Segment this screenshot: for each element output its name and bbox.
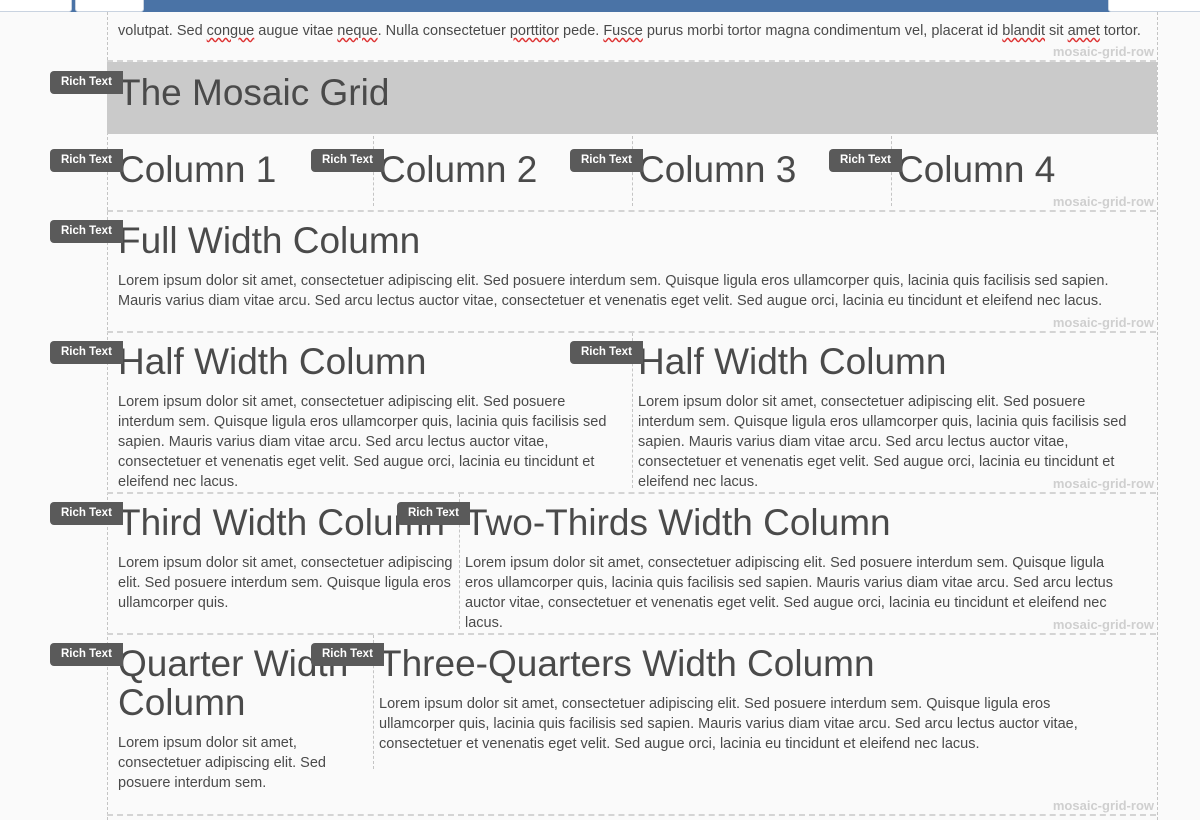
grid-column[interactable]: Three-Quarters Width Column Lorem ipsum … bbox=[373, 635, 1154, 769]
column-heading: Column 4 bbox=[897, 149, 1056, 190]
row-label: mosaic-grid-row bbox=[1052, 194, 1154, 209]
misspelled-word: neque bbox=[337, 23, 378, 39]
mosaic-grid-row: Full Width Column Lorem ipsum dolor sit … bbox=[107, 212, 1156, 333]
rich-text-badge[interactable]: Rich Text bbox=[50, 502, 123, 525]
text-run: sit bbox=[1045, 23, 1068, 39]
column-body: Lorem ipsum dolor sit amet, consectetuer… bbox=[465, 555, 1113, 631]
text-run: purus morbi tortor magna condimentum vel… bbox=[642, 23, 1003, 39]
misspelled-word: porttitor bbox=[509, 23, 559, 39]
rich-text-badge[interactable]: Rich Text bbox=[829, 149, 902, 172]
toolbar-button[interactable] bbox=[0, 0, 72, 12]
grid-column[interactable]: Half Width Column Lorem ipsum dolor sit … bbox=[107, 333, 632, 490]
column-heading: Column 2 bbox=[379, 149, 538, 190]
mosaic-grid-row: Third Width Column Lorem ipsum dolor sit… bbox=[107, 494, 1156, 635]
mosaic-grid-row: volutpat. Sed congue augue vitae neque. … bbox=[107, 12, 1156, 62]
column-heading: Half Width Column bbox=[118, 341, 427, 382]
rich-text-badge[interactable]: Rich Text bbox=[397, 502, 470, 525]
column-heading: Half Width Column bbox=[638, 341, 947, 382]
column-heading: Third Width Column bbox=[118, 502, 445, 543]
rich-text-badge[interactable]: Rich Text bbox=[50, 71, 123, 94]
column-heading: Full Width Column bbox=[118, 220, 421, 261]
text-run: . Nulla consectetuer bbox=[377, 23, 510, 39]
misspelled-word: Fusce bbox=[603, 23, 643, 39]
row-label: mosaic-grid-row bbox=[1052, 44, 1154, 59]
rich-text-badge[interactable]: Rich Text bbox=[570, 341, 643, 364]
rich-text-badge[interactable]: Rich Text bbox=[50, 341, 123, 364]
misspelled-word: amet bbox=[1067, 23, 1100, 39]
row-label: mosaic-grid-row bbox=[1052, 798, 1154, 813]
column-heading: Two-Thirds Width Column bbox=[465, 502, 891, 543]
editor-toolbar bbox=[0, 0, 1200, 12]
rich-text-badge[interactable]: Rich Text bbox=[311, 149, 384, 172]
column-body: Lorem ipsum dolor sit amet, consectetuer… bbox=[118, 735, 326, 791]
rich-text-badge[interactable]: Rich Text bbox=[50, 149, 123, 172]
partial-paragraph[interactable]: volutpat. Sed congue augue vitae neque. … bbox=[118, 21, 1148, 41]
column-heading: Column 3 bbox=[638, 149, 797, 190]
page-title: The Mosaic Grid bbox=[118, 72, 390, 113]
row-label: mosaic-grid-row bbox=[1052, 476, 1154, 491]
text-run: pede. bbox=[558, 23, 604, 39]
rich-text-badge[interactable]: Rich Text bbox=[50, 643, 123, 666]
misspelled-word: blandit bbox=[1002, 23, 1046, 39]
column-body: Lorem ipsum dolor sit amet, consectetuer… bbox=[379, 696, 1078, 752]
rich-text-badge[interactable]: Rich Text bbox=[311, 643, 384, 666]
mosaic-grid-row: Column 1 Column 2 Column 3 Column 4 mosa… bbox=[107, 136, 1156, 212]
text-run: augue vitae bbox=[254, 23, 338, 39]
toolbar-button[interactable] bbox=[75, 0, 144, 12]
row-label: mosaic-grid-row bbox=[1052, 617, 1154, 632]
column-body: Lorem ipsum dolor sit amet, consectetuer… bbox=[118, 394, 607, 490]
misspelled-word: congue bbox=[206, 23, 255, 39]
title-block[interactable]: The Mosaic Grid bbox=[107, 62, 1157, 134]
column-body: Lorem ipsum dolor sit amet, consectetuer… bbox=[118, 555, 453, 611]
grid-column[interactable]: Full Width Column Lorem ipsum dolor sit … bbox=[107, 212, 1153, 327]
grid-column[interactable]: Two-Thirds Width Column Lorem ipsum dolo… bbox=[459, 494, 1154, 631]
column-body: Lorem ipsum dolor sit amet, consectetuer… bbox=[118, 273, 1109, 309]
rich-text-badge[interactable]: Rich Text bbox=[570, 149, 643, 172]
mosaic-grid-row: Quarter Width Column Lorem ipsum dolor s… bbox=[107, 635, 1156, 816]
text-run: tortor. bbox=[1099, 23, 1141, 39]
rich-text-badge[interactable]: Rich Text bbox=[50, 220, 123, 243]
row-label: mosaic-grid-row bbox=[1052, 315, 1154, 330]
text-run: volutpat. Sed bbox=[118, 23, 207, 39]
grid-column[interactable]: Half Width Column Lorem ipsum dolor sit … bbox=[632, 333, 1154, 490]
column-heading: Column 1 bbox=[118, 149, 277, 190]
column-heading: Three-Quarters Width Column bbox=[379, 643, 875, 684]
toolbar-button[interactable] bbox=[1108, 0, 1200, 12]
